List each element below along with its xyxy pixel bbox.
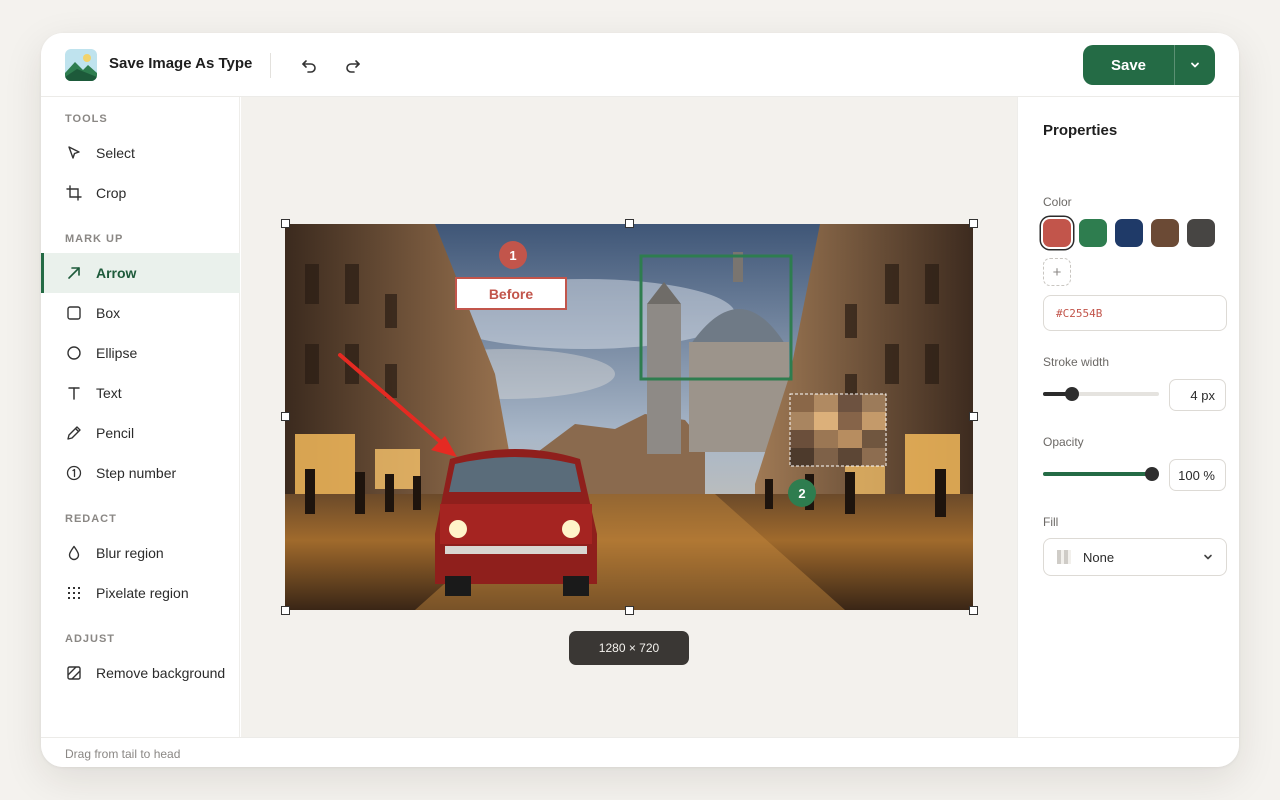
chevron-down-icon (1191, 62, 1199, 68)
tool-label: Step number (96, 465, 177, 481)
stroke-width-input[interactable]: 4 px (1169, 379, 1226, 411)
tool-arrow[interactable]: Arrow (41, 253, 240, 293)
step-marker-2-label: 2 (798, 486, 805, 501)
resize-handle-se[interactable] (969, 606, 978, 615)
section-label-tools: TOOLS (65, 113, 108, 125)
color-swatch-brown[interactable] (1151, 219, 1179, 247)
stroke-width-label: Stroke width (1043, 355, 1110, 369)
step-marker-1-label: 1 (509, 248, 516, 263)
pencil-icon (66, 425, 82, 441)
slider-fill (1043, 472, 1152, 476)
tool-text[interactable]: Text (41, 373, 240, 413)
grid-dots-icon (66, 585, 82, 601)
tool-select[interactable]: Select (41, 133, 240, 173)
resize-handle-sw[interactable] (281, 606, 290, 615)
redo-icon (346, 60, 360, 73)
slider-thumb[interactable] (1065, 387, 1079, 401)
resize-handle-ne[interactable] (969, 219, 978, 228)
tool-label: Pencil (96, 425, 135, 441)
tool-label: Text (96, 385, 122, 401)
tool-label: Blur region (96, 545, 164, 561)
header-divider (270, 53, 271, 78)
tool-label: Box (96, 305, 121, 321)
remove-background-icon (66, 665, 82, 681)
tool-blur-region[interactable]: Blur region (41, 533, 240, 573)
box-icon (66, 305, 82, 321)
status-bar: Drag from tail to head (41, 737, 1239, 767)
color-swatch-red[interactable] (1043, 219, 1071, 247)
undo-button[interactable] (296, 53, 322, 79)
color-swatch-navy[interactable] (1115, 219, 1143, 247)
section-label-adjust: ADJUST (65, 633, 116, 645)
color-swatch-charcoal[interactable] (1187, 219, 1215, 247)
tool-ellipse[interactable]: Ellipse (41, 333, 240, 373)
plus-icon: + (1052, 263, 1062, 281)
section-label-redact: REDACT (65, 513, 117, 525)
arrow-icon (66, 265, 82, 281)
resize-handle-w[interactable] (281, 412, 290, 421)
droplet-icon (66, 545, 82, 561)
tool-remove-background[interactable]: Remove background (41, 653, 240, 693)
tool-step-number[interactable]: Step number (41, 453, 240, 493)
tool-label: Select (96, 145, 135, 161)
slider-thumb[interactable] (1145, 467, 1159, 481)
tool-sidebar: TOOLS Select Crop MARK UP Arrow Box Elli… (41, 97, 240, 737)
step-number-icon (66, 465, 82, 481)
save-button[interactable]: Save (1083, 45, 1174, 85)
section-label-markup: MARK UP (65, 233, 124, 245)
ellipse-icon (66, 345, 82, 361)
tool-pixelate-region[interactable]: Pixelate region (41, 573, 240, 613)
canvas-area[interactable]: Before 1 2 1280 × 720 (241, 97, 1017, 737)
hex-color-input[interactable]: #C2554B (1043, 295, 1227, 331)
cursor-icon (66, 145, 82, 161)
chevron-down-icon (1204, 554, 1212, 560)
redo-button[interactable] (340, 53, 366, 79)
opacity-label: Opacity (1043, 435, 1084, 449)
text-box-label: Before (489, 286, 534, 302)
header: Save Image As Type Save (41, 33, 1239, 97)
app-logo-icon (65, 49, 97, 81)
opacity-input[interactable]: 100 % (1169, 459, 1226, 491)
canvas-image[interactable]: Before 1 2 (285, 224, 973, 610)
tool-label: Pixelate region (96, 585, 189, 601)
color-swatch-green[interactable] (1079, 219, 1107, 247)
tool-label: Arrow (96, 265, 137, 281)
undo-icon (302, 60, 316, 73)
status-hint: Drag from tail to head (65, 747, 181, 761)
opacity-slider[interactable] (1043, 466, 1159, 482)
fill-select-value: None (1083, 549, 1115, 565)
app-title: Save Image As Type (109, 55, 253, 72)
resize-handle-s[interactable] (625, 606, 634, 615)
save-options-button[interactable] (1175, 45, 1215, 85)
stroke-width-slider[interactable] (1043, 386, 1159, 402)
image-size-chip: 1280 × 720 (569, 631, 689, 665)
resize-handle-nw[interactable] (281, 219, 290, 228)
tool-box[interactable]: Box (41, 293, 240, 333)
fill-select[interactable]: None (1043, 538, 1227, 576)
tool-label: Ellipse (96, 345, 138, 361)
resize-handle-e[interactable] (969, 412, 978, 421)
add-color-button[interactable]: + (1043, 258, 1071, 286)
crop-icon (66, 185, 82, 201)
tool-pencil[interactable]: Pencil (41, 413, 240, 453)
transparent-checker-icon (1057, 550, 1071, 564)
properties-title: Properties (1043, 122, 1118, 139)
properties-panel: Properties Color + #C2554B Stroke width … (1017, 97, 1239, 737)
tool-crop[interactable]: Crop (41, 173, 240, 213)
color-label: Color (1043, 195, 1072, 209)
app-window: Save Image As Type Save TOOLS Select Cro… (41, 33, 1239, 767)
fill-label: Fill (1043, 515, 1059, 529)
save-button-group: Save (1083, 45, 1215, 85)
tool-label: Remove background (96, 665, 226, 681)
resize-handle-n[interactable] (625, 219, 634, 228)
text-icon (66, 385, 82, 401)
tool-label: Crop (96, 185, 127, 201)
